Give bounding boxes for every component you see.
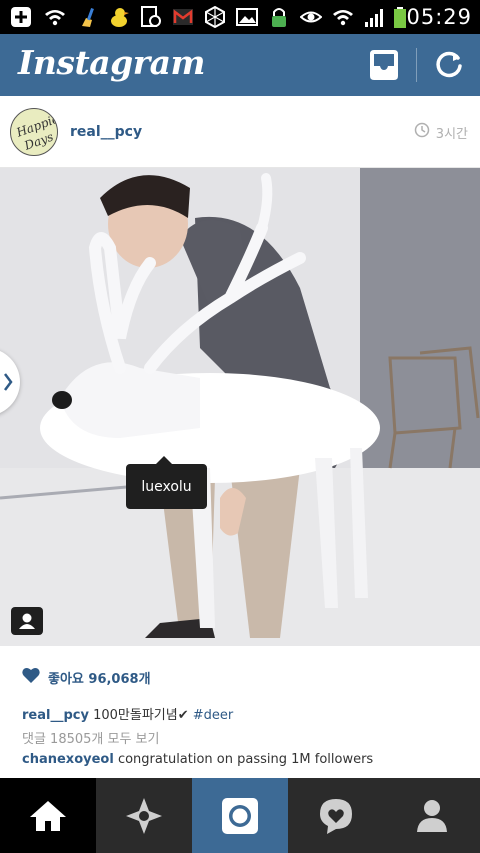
caption-text: 100만돌파기념✔ xyxy=(93,708,189,723)
status-time: 05:29 xyxy=(406,5,472,29)
heart-icon xyxy=(22,667,40,687)
wifi-alert-icon xyxy=(44,6,66,28)
explore-icon xyxy=(126,797,162,834)
nav-explore[interactable] xyxy=(96,778,192,853)
news-icon xyxy=(320,798,352,834)
home-icon xyxy=(30,800,66,831)
likes-count: 좋아요 96,068개 xyxy=(48,671,151,687)
tagged-people-icon[interactable] xyxy=(11,607,43,635)
app-bar: Instagram xyxy=(0,34,480,96)
nav-profile[interactable] xyxy=(384,778,480,853)
refresh-icon[interactable] xyxy=(434,49,464,79)
app-title: Instagram xyxy=(18,43,205,82)
nav-home[interactable] xyxy=(0,778,96,853)
post-time: 3시간 xyxy=(414,122,468,142)
profile-icon xyxy=(417,799,447,832)
duck-icon xyxy=(108,6,130,28)
nav-news[interactable] xyxy=(288,778,384,853)
comment-username[interactable]: chanexoyeol xyxy=(22,752,114,767)
view-all-comments[interactable]: 댓글 18505개 모두 보기 xyxy=(22,728,159,747)
avatar[interactable]: Happier Days xyxy=(10,108,58,156)
wifi-icon xyxy=(332,6,354,28)
camera-icon xyxy=(222,797,258,834)
clock-icon xyxy=(414,122,430,142)
inbox-icon[interactable] xyxy=(366,48,402,82)
caption-username[interactable]: real__pcy xyxy=(22,708,89,723)
user-tag[interactable]: luexolu xyxy=(126,456,207,509)
exo-icon xyxy=(204,6,226,28)
comment-text: congratulation on passing 1M followers xyxy=(117,752,374,767)
plus-icon xyxy=(10,6,32,28)
photo-side-tab[interactable] xyxy=(0,348,20,416)
bottom-nav xyxy=(0,778,480,853)
gallery-icon xyxy=(236,6,258,28)
chevron-right-icon xyxy=(4,373,13,391)
lock-icon xyxy=(268,6,290,28)
post-photo[interactable]: luexolu xyxy=(0,168,480,646)
signal-icon xyxy=(364,6,386,28)
clock-doc-icon xyxy=(140,6,162,28)
nav-camera[interactable] xyxy=(192,778,288,853)
post-header: Happier Days real__pcy 3시간 xyxy=(0,96,480,168)
app-bar-divider xyxy=(416,48,417,82)
status-bar: 05:29 xyxy=(0,0,480,34)
post-time-text: 3시간 xyxy=(435,126,468,142)
likes-row[interactable]: 좋아요 96,068개 xyxy=(22,667,151,687)
caption-hashtag[interactable]: #deer xyxy=(193,708,234,723)
post-username[interactable]: real__pcy xyxy=(70,124,142,140)
comment: chanexoyeol congratulation on passing 1M… xyxy=(22,752,373,767)
broom-icon xyxy=(76,6,98,28)
photo-illustration xyxy=(0,168,480,646)
caption: real__pcy 100만돌파기념✔ #deer xyxy=(22,704,233,723)
gmail-icon xyxy=(172,6,194,28)
eye-icon xyxy=(300,6,322,28)
